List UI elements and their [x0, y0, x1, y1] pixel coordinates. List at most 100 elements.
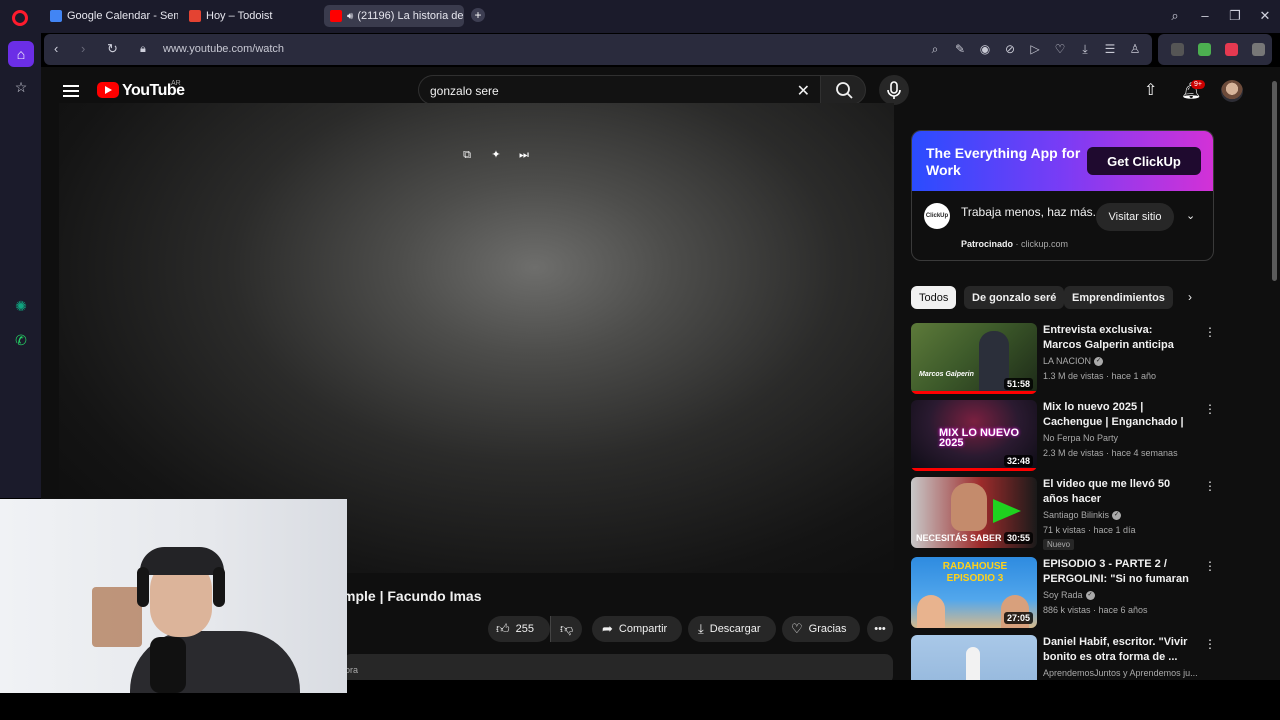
forward-icon[interactable]: ›: [81, 41, 85, 56]
more-vert-icon[interactable]: ⋮: [1204, 402, 1216, 416]
webcam-person-cap: [140, 547, 224, 575]
ad-headline: The Everything App for Work: [926, 145, 1081, 178]
browser-search-icon[interactable]: ⌕: [1167, 8, 1183, 24]
miniplayer-icon[interactable]: ⧉: [456, 144, 478, 166]
more-vert-icon[interactable]: ⋮: [1204, 559, 1216, 573]
channel-label: AprendemosJuntos y Aprendemos ju...: [1043, 668, 1198, 678]
pinboard-icon[interactable]: ☆: [8, 74, 34, 100]
chip-todos[interactable]: Todos: [911, 286, 957, 309]
player-icon[interactable]: ▷: [1028, 42, 1042, 56]
back-icon[interactable]: ‹: [54, 41, 58, 56]
more-actions-button[interactable]: •••: [867, 616, 893, 642]
scrollbar-thumb[interactable]: [1272, 81, 1277, 281]
video-title[interactable]: EPISODIO 3 - PARTE 2 / PERGOLINI: "Si no…: [1043, 557, 1193, 587]
notifications-badge: 9+: [1191, 80, 1205, 89]
video-title: mple | Facundo Imas: [343, 588, 482, 604]
new-tab-button[interactable]: +: [471, 8, 485, 22]
profile-icon[interactable]: ♙: [1128, 42, 1142, 56]
adblock-icon[interactable]: ⊘: [1003, 42, 1017, 56]
video-thumbnail[interactable]: [911, 635, 1037, 680]
voice-search-button[interactable]: [879, 75, 909, 105]
like-count: 255: [515, 623, 534, 635]
download-button[interactable]: ⤓ Descargar: [688, 616, 776, 642]
chevron-down-icon[interactable]: ⌄: [1186, 209, 1195, 222]
snapshot-icon[interactable]: ◉: [978, 42, 992, 56]
video-thumbnail[interactable]: NECESITÁS SABER 30:55: [911, 477, 1037, 548]
whatsapp-icon[interactable]: ✆: [8, 327, 34, 353]
close-window-icon[interactable]: ✕: [1257, 8, 1273, 24]
speaker-icon[interactable]: 🔊︎: [347, 11, 353, 22]
channel-name[interactable]: AprendemosJuntos y Aprendemos ju...: [1043, 668, 1213, 678]
tab-youtube[interactable]: 🔊︎ (21196) La historia del: [324, 5, 464, 27]
video-title[interactable]: Entrevista exclusiva: Marcos Galperin an…: [1043, 323, 1193, 353]
minimize-icon[interactable]: –: [1197, 8, 1213, 23]
channel-label: Soy Rada: [1043, 590, 1083, 600]
create-upload-icon[interactable]: ⇧: [1144, 80, 1157, 100]
visit-site-button[interactable]: Visitar sitio: [1096, 203, 1174, 231]
restore-icon[interactable]: ❐: [1227, 8, 1243, 24]
more-vert-icon[interactable]: ⋮: [1204, 637, 1216, 651]
opera-logo-icon[interactable]: [12, 10, 28, 26]
tab-google-calendar[interactable]: Google Calendar - Semana: [44, 5, 178, 27]
extension-icon[interactable]: [1198, 43, 1211, 56]
avatar[interactable]: [1221, 80, 1243, 102]
thanks-icon: ♡: [791, 621, 803, 636]
dislike-button[interactable]: 👎︎: [550, 616, 582, 642]
url-text[interactable]: www.youtube.com/watch: [163, 43, 284, 55]
description-box[interactable]: ora: [343, 654, 893, 680]
duration-badge: 32:48: [1003, 455, 1033, 467]
ad-banner[interactable]: The Everything App for Work Get ClickUp: [912, 131, 1213, 191]
channel-name[interactable]: No Ferpa No Party: [1043, 433, 1213, 443]
channel-name[interactable]: LA NACION ✓: [1043, 356, 1213, 367]
youtube-logo-icon[interactable]: [97, 82, 119, 98]
menu-icon[interactable]: [63, 85, 79, 97]
extension-icon[interactable]: [1225, 43, 1238, 56]
easy-setup-icon[interactable]: ☰: [1103, 42, 1117, 56]
like-button[interactable]: 👍︎ 255: [488, 616, 550, 642]
video-title[interactable]: Daniel Habif, escritor. "Vivir bonito es…: [1043, 635, 1193, 665]
more-vert-icon[interactable]: ⋮: [1204, 479, 1216, 493]
video-title[interactable]: Mix lo nuevo 2025 | Cachengue | Engancha…: [1043, 400, 1193, 430]
channel-name[interactable]: Santiago Bilinkis ✓: [1043, 510, 1213, 521]
channel-name[interactable]: Soy Rada ✓: [1043, 590, 1213, 601]
video-thumbnail[interactable]: Marcos Galperin 51:58: [911, 323, 1037, 394]
share-button[interactable]: ➦ Compartir: [592, 616, 682, 642]
list-item[interactable]: NECESITÁS SABER 30:55 El video que me ll…: [911, 477, 1221, 551]
video-thumbnail[interactable]: RADAHOUSE EPISODIO 3 27:05: [911, 557, 1037, 628]
video-thumbnail[interactable]: MIX LO NUEVO 2025 32:48: [911, 400, 1037, 471]
download-icon: ⤓: [698, 621, 704, 636]
chevron-right-icon[interactable]: ›: [1188, 290, 1192, 304]
sparkle-icon[interactable]: ✦: [485, 144, 507, 166]
page-scrollbar[interactable]: [1270, 67, 1280, 680]
download-label: Descargar: [709, 623, 761, 635]
skip-icon[interactable]: ⏭︎: [513, 144, 535, 166]
search-input[interactable]: gonzalo sere ✕: [418, 75, 820, 105]
extensions-menu-icon[interactable]: [1252, 43, 1265, 56]
list-item[interactable]: MIX LO NUEVO 2025 32:48 Mix lo nuevo 202…: [911, 400, 1221, 474]
video-title[interactable]: El video que me llevó 50 años hacer: [1043, 477, 1193, 507]
chip-de-gonzalo-sere[interactable]: De gonzalo seré: [964, 286, 1065, 309]
edit-icon[interactable]: ✎: [953, 42, 967, 56]
sponsored-ad[interactable]: The Everything App for Work Get ClickUp …: [911, 130, 1214, 261]
more-vert-icon[interactable]: ⋮: [1204, 325, 1216, 339]
list-item[interactable]: Marcos Galperin 51:58 Entrevista exclusi…: [911, 323, 1221, 397]
search-page-icon[interactable]: ⌕: [928, 42, 942, 57]
tab-todoist[interactable]: Hoy – Todoist: [183, 5, 317, 27]
watch-progress-bar: [911, 391, 1037, 394]
thumbnail-person: [917, 595, 945, 628]
search-value: gonzalo sere: [430, 84, 499, 98]
list-item[interactable]: RADAHOUSE EPISODIO 3 27:05 EPISODIO 3 - …: [911, 557, 1221, 631]
address-bar[interactable]: ‹ › ↻ 🔒︎ www.youtube.com/watch ⌕ ✎ ◉ ⊘ ▷…: [44, 34, 1152, 65]
search-button[interactable]: [820, 75, 866, 105]
reload-icon[interactable]: ↻: [107, 41, 118, 57]
chip-emprendimientos[interactable]: Emprendimientos: [1064, 286, 1173, 309]
heart-icon[interactable]: ♡: [1053, 42, 1067, 56]
clear-search-icon[interactable]: ✕: [797, 81, 810, 101]
extension-icon[interactable]: [1171, 43, 1184, 56]
chatgpt-icon[interactable]: ✺: [8, 293, 34, 319]
ad-get-clickup-button[interactable]: Get ClickUp: [1087, 147, 1201, 175]
thanks-button[interactable]: ♡ Gracias: [782, 616, 860, 642]
list-item[interactable]: Daniel Habif, escritor. "Vivir bonito es…: [911, 635, 1221, 680]
home-icon[interactable]: ⌂: [8, 41, 34, 67]
download-icon[interactable]: ⤓: [1078, 42, 1092, 57]
